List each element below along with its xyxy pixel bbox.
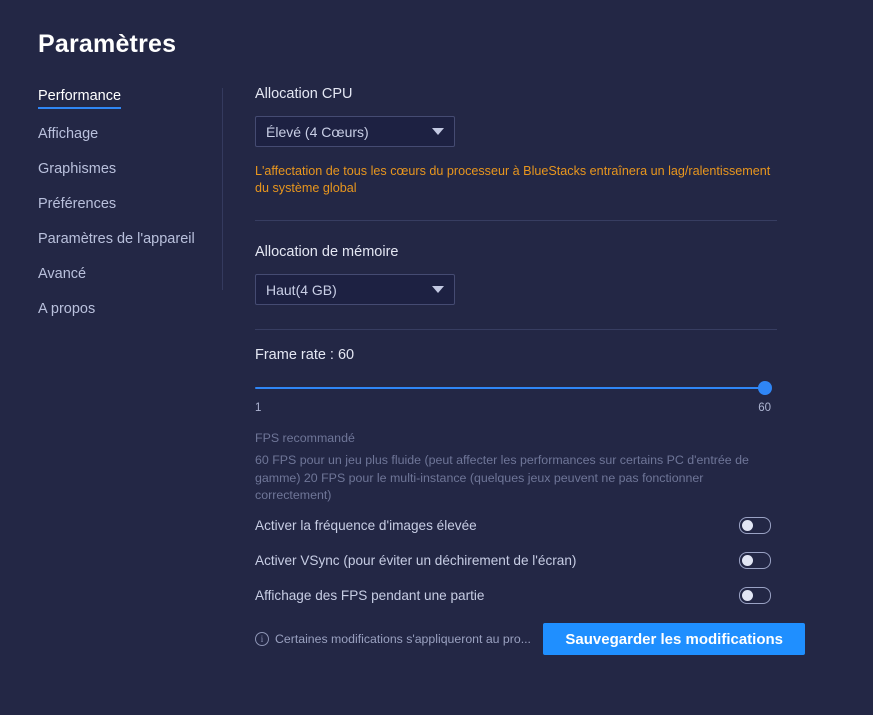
cpu-allocation-value: Élevé (4 Cœurs) (266, 123, 369, 140)
fps-recommendation-title: FPS recommandé (255, 431, 355, 445)
section-divider-2 (255, 329, 777, 330)
page-title: Paramètres (38, 30, 177, 58)
toggle-knob (742, 590, 753, 601)
toggle-knob (742, 520, 753, 531)
toggle-row-vsync: Activer VSync (pour éviter un déchiremen… (255, 547, 771, 575)
sidebar-item-affichage[interactable]: Affichage (38, 126, 98, 144)
toggle-high-frame-rate[interactable] (739, 517, 771, 534)
toggle-show-fps[interactable] (739, 587, 771, 604)
save-changes-button[interactable]: Sauvegarder les modifications (543, 623, 805, 655)
sidebar-item-a-propos[interactable]: A propos (38, 301, 95, 319)
memory-allocation-label: Allocation de mémoire (255, 244, 399, 260)
cpu-warning-text: L'affectation de tous les cœurs du proce… (255, 164, 771, 195)
toggle-row-show-fps: Affichage des FPS pendant une partie (255, 582, 771, 610)
frame-rate-slider[interactable] (255, 381, 772, 395)
frame-rate-max-label: 60 (758, 402, 771, 414)
chevron-down-icon (432, 128, 444, 135)
sidebar-item-parametres-appareil[interactable]: Paramètres de l'appareil (38, 231, 195, 249)
info-icon: i (255, 632, 269, 646)
toggle-label-vsync: Activer VSync (pour éviter un déchiremen… (255, 553, 577, 568)
cpu-allocation-label: Allocation CPU (255, 86, 353, 102)
toggle-vsync[interactable] (739, 552, 771, 569)
footer-note-text: Certaines modifications s'appliqueront a… (275, 632, 531, 646)
fps-recommendation-body: 60 FPS pour un jeu plus fluide (peut aff… (255, 453, 749, 502)
sidebar-item-performance[interactable]: Performance (38, 88, 122, 109)
sidebar-nav: Performance Affichage Graphismes Préfére… (38, 88, 218, 336)
settings-panel: Allocation CPU Élevé (4 Cœurs) L'affecta… (255, 86, 777, 610)
sidebar-divider (222, 88, 223, 290)
sidebar-item-preferences[interactable]: Préférences (38, 196, 116, 214)
frame-rate-min-label: 1 (255, 402, 262, 414)
frame-rate-slider-range: 1 60 (255, 402, 771, 416)
cpu-allocation-select[interactable]: Élevé (4 Cœurs) (255, 116, 455, 147)
frame-rate-label: Frame rate : 60 (255, 347, 355, 363)
footer-note: i Certaines modifications s'appliqueront… (255, 632, 543, 646)
memory-allocation-select[interactable]: Haut(4 GB) (255, 274, 455, 305)
toggle-row-high-frame-rate: Activer la fréquence d'images élevée (255, 512, 771, 540)
section-divider-1 (255, 220, 777, 221)
toggle-label-show-fps: Affichage des FPS pendant une partie (255, 588, 485, 603)
chevron-down-icon (432, 286, 444, 293)
sidebar-item-avance[interactable]: Avancé (38, 266, 86, 284)
memory-allocation-value: Haut(4 GB) (266, 281, 337, 298)
toggle-knob (742, 555, 753, 566)
footer-bar: i Certaines modifications s'appliqueront… (255, 623, 805, 655)
frame-rate-slider-thumb[interactable] (758, 381, 772, 395)
frame-rate-slider-track[interactable] (255, 387, 767, 389)
toggle-label-high-frame-rate: Activer la fréquence d'images élevée (255, 518, 477, 533)
sidebar-item-graphismes[interactable]: Graphismes (38, 161, 116, 179)
